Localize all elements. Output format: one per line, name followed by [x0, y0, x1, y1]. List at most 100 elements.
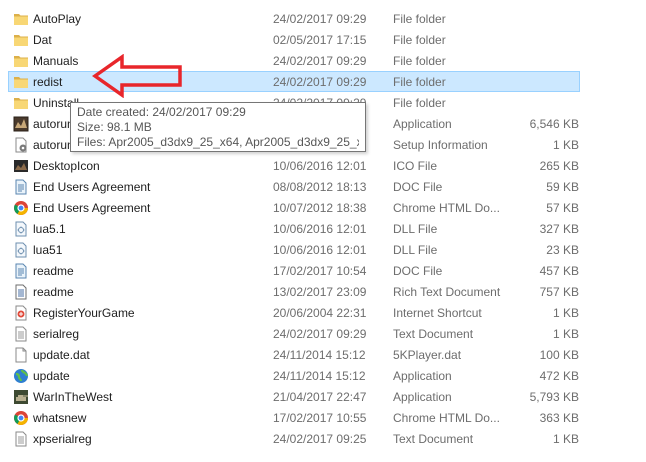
globe-app-icon — [13, 368, 29, 384]
doc-file-icon — [13, 263, 29, 279]
file-row[interactable]: Dat 02/05/2017 17:15 File folder — [8, 29, 580, 50]
file-name: RegisterYourGame — [33, 306, 135, 320]
file-name: readme — [33, 285, 74, 299]
file-date-modified: 24/02/2017 09:29 — [273, 54, 367, 68]
file-date-modified: 02/05/2017 17:15 — [273, 33, 367, 47]
file-row[interactable]: readme 17/02/2017 10:54 DOC File 457 KB — [8, 260, 580, 281]
setup-info-icon — [13, 137, 29, 153]
dll-file-icon — [13, 221, 29, 237]
file-row[interactable]: AutoPlay 24/02/2017 09:29 File folder — [8, 8, 580, 29]
file-type: Application — [393, 117, 452, 131]
file-name: update — [33, 369, 70, 383]
folder-icon — [13, 53, 29, 69]
file-size: 457 KB — [539, 264, 579, 278]
file-type: File folder — [393, 12, 446, 26]
chrome-icon — [13, 200, 29, 216]
folder-tooltip: Date created: 24/02/2017 09:29 Size: 98.… — [70, 102, 366, 152]
tooltip-date-created: Date created: 24/02/2017 09:29 — [77, 105, 246, 119]
file-name: readme — [33, 264, 74, 278]
file-row[interactable]: serialreg 24/02/2017 09:29 Text Document 1 … — [8, 323, 580, 344]
file-row[interactable]: update.dat 24/11/2014 15:12 5KPlayer.dat 10… — [8, 344, 580, 365]
file-type: DOC File — [393, 264, 443, 278]
file-type: Setup Information — [393, 138, 488, 152]
file-size: 1 KB — [552, 327, 579, 341]
doc-file-icon — [13, 179, 29, 195]
file-row[interactable]: DesktopIcon 10/06/2016 12:01 ICO File 265 K… — [8, 155, 580, 176]
file-date-modified: 08/08/2012 18:13 — [273, 180, 367, 194]
file-type: Application — [393, 390, 452, 404]
file-type: Rich Text Document — [393, 285, 501, 299]
file-name: End Users Agreement — [33, 201, 151, 215]
file-name: lua5.1 — [33, 222, 66, 236]
file-date-modified: 24/02/2017 09:29 — [273, 327, 367, 341]
file-type: File folder — [393, 75, 446, 89]
folder-icon — [13, 32, 29, 48]
file-type: File folder — [393, 54, 446, 68]
file-name: serialreg — [33, 327, 80, 341]
rtf-file-icon — [13, 284, 29, 300]
folder-icon — [13, 74, 29, 90]
file-row[interactable]: End Users Agreement 08/08/2012 18:13 DOC F… — [8, 176, 580, 197]
text-file-icon — [13, 326, 29, 342]
file-date-modified: 10/06/2016 12:01 — [273, 243, 367, 257]
file-name: AutoPlay — [33, 12, 82, 26]
internet-shortcut-icon — [13, 305, 29, 321]
file-name: Dat — [33, 33, 52, 47]
arrow-shape — [92, 54, 182, 98]
tooltip-size: Size: 98.1 MB — [77, 120, 152, 134]
file-size: 327 KB — [539, 222, 579, 236]
file-size: 59 KB — [546, 180, 579, 194]
tank-app-icon — [13, 389, 29, 405]
file-size: 6,546 KB — [529, 117, 579, 131]
file-type: DOC File — [393, 180, 443, 194]
file-date-modified: 24/11/2014 15:12 — [273, 348, 366, 362]
file-row[interactable]: RegisterYourGame 20/06/2004 22:31 Internet… — [8, 302, 580, 323]
file-type: DLL File — [393, 222, 438, 236]
game-app-icon — [13, 116, 29, 132]
blank-file-icon — [13, 347, 29, 363]
file-date-modified: 10/06/2016 12:01 — [273, 222, 367, 236]
file-type: Chrome HTML Do... — [393, 411, 500, 425]
file-name: WarInTheWest — [33, 390, 113, 404]
ico-file-icon — [13, 158, 29, 174]
file-size: 1 KB — [552, 306, 579, 320]
text-file-icon — [13, 431, 29, 447]
file-row[interactable]: WarInTheWest 21/04/2017 22:47 Application 5… — [8, 386, 580, 407]
file-date-modified: 24/02/2017 09:29 — [273, 75, 367, 89]
file-size: 757 KB — [539, 285, 579, 299]
file-date-modified: 13/02/2017 23:09 — [273, 285, 367, 299]
file-date-modified: 10/06/2016 12:01 — [273, 159, 367, 173]
file-size: 23 KB — [546, 243, 579, 257]
file-size: 57 KB — [546, 201, 579, 215]
file-size: 472 KB — [539, 369, 579, 383]
file-row[interactable]: readme 13/02/2017 23:09 Rich Text Document… — [8, 281, 580, 302]
file-name: update.dat — [33, 348, 90, 362]
file-row[interactable]: update 24/11/2014 15:12 Application 472 KB — [8, 365, 580, 386]
file-row[interactable]: lua51 10/06/2016 12:01 DLL File 23 KB — [8, 239, 580, 260]
file-date-modified: 24/02/2017 09:25 — [273, 432, 367, 446]
tooltip-files: Files: Apr2005_d3dx9_25_x64, Apr2005_d3d… — [77, 135, 359, 149]
folder-icon — [13, 95, 29, 111]
file-date-modified: 24/02/2017 09:29 — [273, 12, 367, 26]
file-name: xpserialreg — [33, 432, 92, 446]
file-name: DesktopIcon — [33, 159, 100, 173]
file-size: 100 KB — [539, 348, 579, 362]
file-type: Application — [393, 369, 452, 383]
file-size: 363 KB — [539, 411, 579, 425]
file-row[interactable]: lua5.1 10/06/2016 12:01 DLL File 327 KB — [8, 218, 580, 239]
file-row[interactable]: whatsnew 17/02/2017 10:55 Chrome HTML Do..… — [8, 407, 580, 428]
file-row[interactable]: End Users Agreement 10/07/2012 18:38 Chrom… — [8, 197, 580, 218]
file-row[interactable]: xpserialreg 24/02/2017 09:25 Text Document… — [8, 428, 580, 449]
file-size: 5,793 KB — [529, 390, 579, 404]
file-type: File folder — [393, 96, 446, 110]
file-date-modified: 17/02/2017 10:54 — [273, 264, 367, 278]
file-date-modified: 10/07/2012 18:38 — [273, 201, 367, 215]
file-name: lua51 — [33, 243, 63, 257]
file-type: Chrome HTML Do... — [393, 201, 500, 215]
file-type: Text Document — [393, 327, 474, 341]
file-date-modified: 20/06/2004 22:31 — [273, 306, 367, 320]
file-type: ICO File — [393, 159, 438, 173]
red-arrow-annotation — [92, 54, 182, 98]
file-size: 1 KB — [552, 138, 579, 152]
file-size: 1 KB — [552, 432, 579, 446]
